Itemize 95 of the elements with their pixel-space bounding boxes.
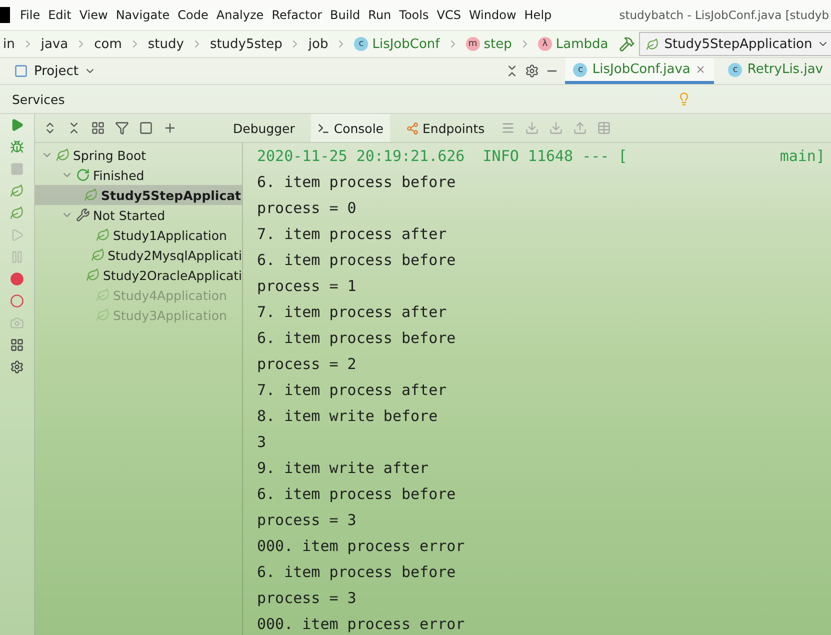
console-line: 8. item write before	[257, 406, 439, 427]
wrench-icon	[76, 208, 90, 222]
breadcrumb[interactable]: study	[144, 36, 187, 52]
upload-icon[interactable]	[572, 121, 587, 135]
tree-item[interactable]: Study2OracleApplicati	[35, 265, 242, 285]
menu-item[interactable]: View	[75, 8, 112, 22]
console-line: 9. item write after	[257, 458, 430, 479]
leaf-icon[interactable]	[10, 184, 24, 198]
menu-item[interactable]: Window	[464, 8, 520, 22]
class-icon: c	[728, 62, 742, 76]
leaf-icon[interactable]	[10, 206, 24, 220]
tree-item[interactable]: Spring Boot	[35, 145, 242, 165]
console-line: process = 3	[257, 588, 358, 609]
menu-item[interactable]: Run	[364, 8, 396, 22]
add-icon[interactable]	[163, 121, 177, 135]
breadcrumb[interactable]: m step	[462, 36, 515, 52]
rerun-icon	[76, 168, 90, 182]
tool-tab[interactable]: Endpoints	[400, 114, 491, 142]
tree-item[interactable]: Study2MysqlApplicati	[35, 245, 242, 265]
tool-tab[interactable]: Debugger	[227, 114, 301, 142]
download-icon[interactable]	[548, 121, 563, 135]
leaf-icon	[86, 268, 100, 282]
stop-icon[interactable]	[10, 162, 24, 176]
leaf-icon	[96, 228, 110, 242]
scroll-icon[interactable]	[524, 121, 539, 135]
debug-icon[interactable]	[10, 140, 24, 154]
window-title: studybatch - LisJobConf.java [studyb	[619, 8, 830, 22]
menu-item[interactable]: Build	[326, 8, 364, 22]
console-line: process = 1	[257, 276, 358, 297]
menu-item[interactable]: File	[16, 8, 44, 22]
menu-item[interactable]: Navigate	[112, 8, 174, 22]
menu-item[interactable]: Code	[174, 8, 212, 22]
breakpoints-icon[interactable]	[10, 272, 24, 286]
run-icon[interactable]	[10, 118, 24, 132]
layout-icon[interactable]	[10, 338, 24, 352]
panel-title[interactable]: Project	[34, 64, 78, 78]
console-line: 6. item process before	[257, 484, 457, 505]
breadcrumb[interactable]: in	[0, 36, 18, 52]
leaf-icon	[646, 38, 660, 50]
group-icon[interactable]	[91, 121, 105, 135]
console-line: 7. item process after	[257, 224, 448, 245]
tree-item[interactable]: Finished	[35, 165, 242, 185]
leaf-icon	[96, 288, 110, 302]
tool-tab[interactable]: Console	[310, 114, 390, 142]
settings-icon[interactable]	[525, 64, 540, 78]
lightbulb-icon[interactable]	[677, 92, 691, 106]
tree-item[interactable]: Study5StepApplicati	[35, 185, 242, 205]
console-line: 000. item process error	[257, 614, 466, 635]
console-line: 7. item process after	[257, 302, 448, 323]
leaf-icon	[84, 188, 98, 202]
settings-icon[interactable]	[10, 360, 24, 374]
panel-title: Services	[12, 92, 65, 106]
leaf-icon	[56, 148, 70, 162]
menu-item[interactable]: Help	[520, 8, 556, 22]
run-config-dropdown[interactable]: Study5StepApplication	[639, 32, 831, 56]
console-line: 3	[257, 432, 268, 453]
endpoints-icon	[406, 122, 418, 134]
console-line: 2020-11-25 20:19:21.626 INFO 11648 --- [ main]	[257, 146, 826, 167]
leaf-icon	[90, 248, 105, 262]
menu-icon[interactable]	[500, 121, 515, 135]
tree-item[interactable]: Not Started	[35, 205, 242, 225]
method-icon: m	[466, 37, 480, 51]
menu-item[interactable]: Refactor	[268, 8, 326, 22]
console-line: 7. item process after	[257, 380, 448, 401]
editor-tab[interactable]: c RetryLis.jav	[720, 58, 831, 84]
console-icon	[316, 122, 330, 134]
menu-item[interactable]: Edit	[44, 8, 76, 22]
table-icon[interactable]	[596, 121, 611, 135]
leaf-icon	[96, 308, 110, 322]
menu-item[interactable]: Analyze	[212, 8, 268, 22]
console-line: process = 0	[257, 198, 358, 219]
breadcrumb[interactable]: job	[305, 36, 332, 52]
mute-breakpoints-icon[interactable]	[10, 294, 24, 308]
menu-item[interactable]: Tools	[395, 8, 433, 22]
console-line: 6. item process before	[257, 172, 457, 193]
class-icon: c	[573, 62, 588, 76]
breadcrumb[interactable]: λ Lambda	[534, 36, 612, 52]
class-icon: c	[354, 37, 368, 51]
tree-item[interactable]: Study1Application	[35, 225, 242, 245]
console-line: process = 2	[257, 354, 358, 375]
menu-item[interactable]: VCS	[432, 8, 465, 22]
console-line: 6. item process before	[257, 250, 457, 271]
console-line: process = 3	[257, 510, 358, 531]
console-line: 000. item process error	[257, 536, 466, 557]
lambda-icon: λ	[538, 37, 552, 51]
breadcrumb[interactable]: java	[38, 36, 72, 52]
editor-tab[interactable]: c LisJobConf.java	[565, 58, 714, 84]
breadcrumb[interactable]: com	[91, 36, 125, 52]
breadcrumb[interactable]: c LisJobConf	[351, 36, 443, 52]
filter-icon[interactable]	[115, 121, 129, 135]
console-line: 6. item process before	[257, 328, 457, 349]
close-icon[interactable]	[695, 64, 706, 75]
console-line: 6. item process before	[257, 562, 457, 583]
hammer-icon[interactable]	[619, 36, 636, 52]
breadcrumb[interactable]: study5step	[206, 36, 286, 52]
